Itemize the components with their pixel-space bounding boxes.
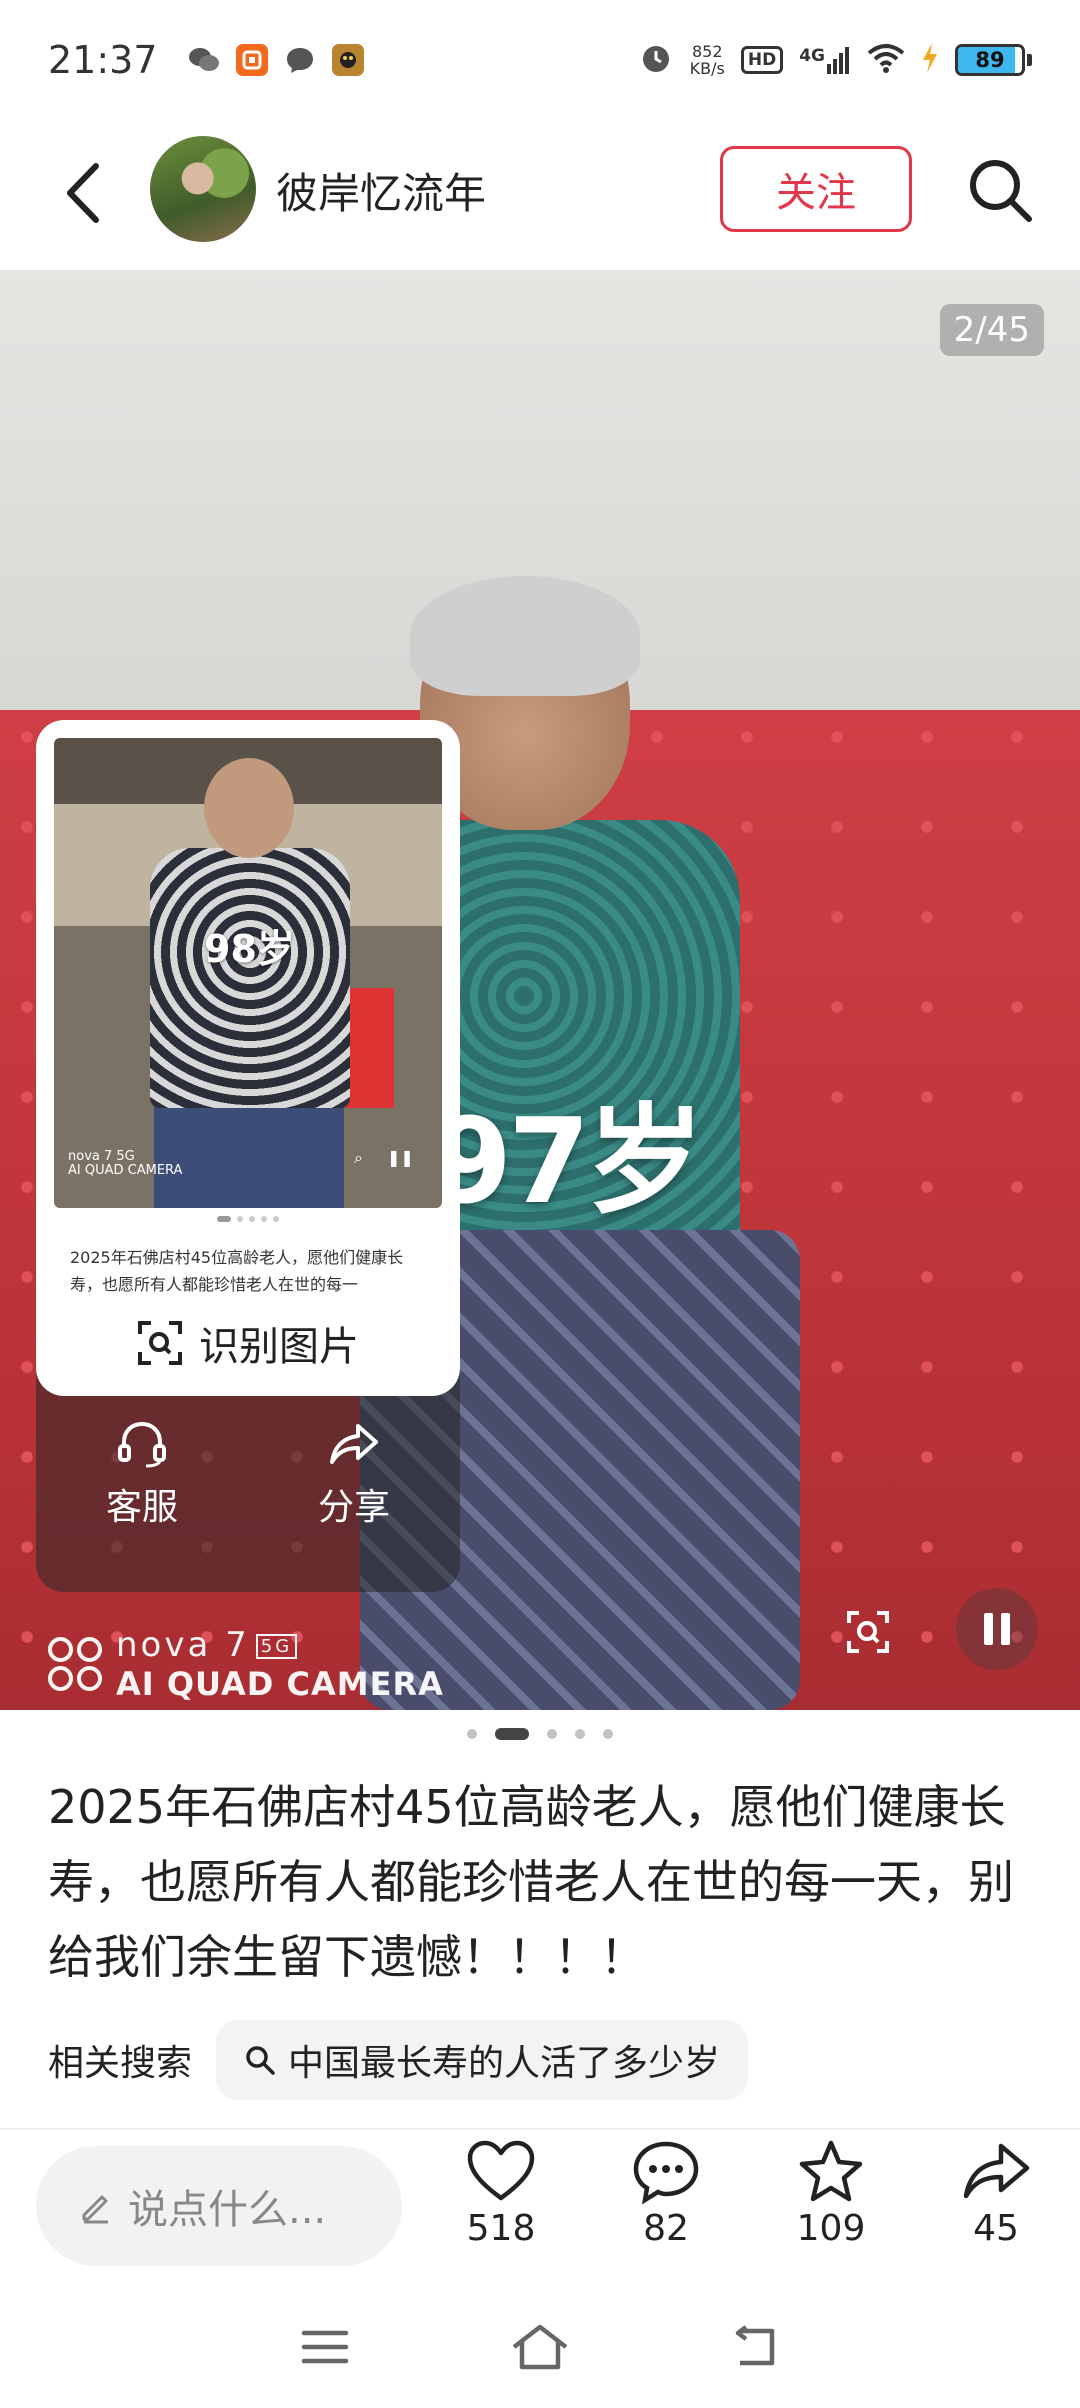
share-count: 45 (973, 2208, 1019, 2249)
camera-lens-icon (48, 1637, 102, 1691)
watermark-5g: 5G (255, 1634, 298, 1659)
popup-actions: 客服 分享 (36, 1420, 460, 1580)
related-search-label: 相关搜索 (48, 2043, 193, 2084)
signal-icon: 4G (799, 46, 851, 74)
customer-service-label: 客服 (105, 1487, 178, 1528)
hd-badge: HD (740, 46, 784, 74)
post-description: 2025年石佛店村45位高龄老人，愿他们健康长寿，也愿所有人都能珍惜老人在世的每… (48, 1780, 1014, 1984)
alarm-icon (638, 40, 674, 80)
like-button[interactable]: 518 (441, 2140, 561, 2249)
thumb-watermark-subtitle: AI QUAD CAMERA (68, 1163, 183, 1178)
preview-text: 2025年石佛店村45位高龄老人，愿他们健康长寿，也愿所有人都能珍惜老人在世的每… (70, 1248, 404, 1294)
menu-nav-button[interactable] (300, 2327, 350, 2371)
post-header: 彼岸忆流年 关注 (0, 120, 1080, 270)
identify-icon (138, 1321, 182, 1365)
related-searches: 相关搜索 中国最长寿的人活了多少岁 (48, 2020, 749, 2100)
home-icon (512, 2324, 568, 2370)
author-avatar[interactable] (150, 136, 256, 242)
camera-watermark: nova 7 5G AI QUAD CAMERA (48, 1625, 444, 1703)
home-nav-button[interactable] (510, 2323, 570, 2375)
identify-label: 识别图片 (199, 1324, 359, 1370)
game-icon (331, 44, 364, 76)
identify-image-button[interactable]: 识别图片 (36, 1300, 460, 1386)
notification-icons (187, 44, 364, 76)
menu-icon (301, 2330, 349, 2364)
back-button[interactable] (52, 158, 112, 228)
back-nav-button[interactable] (730, 2325, 780, 2373)
thumb-pagination (36, 1216, 460, 1222)
favorite-button[interactable]: 109 (771, 2140, 891, 2249)
wechat-icon (187, 44, 220, 76)
thumb-watermark-model: nova 7 5G (68, 1149, 135, 1164)
customer-service-button[interactable]: 客服 (36, 1420, 248, 1580)
photo-age-caption: 97岁 (430, 1092, 704, 1230)
favorite-count: 109 (796, 2208, 866, 2249)
related-search-chip[interactable]: 中国最长寿的人活了多少岁 (216, 2020, 749, 2100)
pencil-icon (82, 2195, 108, 2224)
popup-share-button[interactable]: 分享 (248, 1420, 460, 1580)
back-arrow-icon (67, 163, 99, 223)
star-icon (799, 2140, 863, 2202)
headset-icon (118, 1421, 166, 1468)
comment-bubble-icon (633, 2141, 699, 2204)
heart-icon (467, 2140, 535, 2201)
net-speed-unit: KB/s (689, 59, 725, 78)
return-icon (735, 2325, 775, 2366)
thumb-controls: ⌕ ❚❚ (354, 1148, 414, 1168)
app-icon (235, 44, 268, 76)
system-status: 852 KB/s HD 4G 89 (638, 40, 1032, 80)
comment-count: 82 (643, 2208, 689, 2249)
message-icon (283, 44, 316, 76)
network-type: 4G (799, 46, 825, 66)
net-speed: 852 KB/s (690, 43, 725, 77)
follow-button[interactable]: 关注 (720, 146, 912, 232)
share-button[interactable]: 45 (936, 2140, 1056, 2249)
comment-input[interactable]: 说点什么... (36, 2146, 402, 2266)
status-bar: 21:37 852 KB/s HD 4G 89 (0, 0, 1080, 120)
image-pagination (0, 1728, 1080, 1740)
thumb-pause-icon: ❚❚ (386, 1148, 414, 1167)
watermark-subtitle: AI QUAD CAMERA (116, 1665, 444, 1703)
engagement-bar: 说点什么... 518 82 109 45 (0, 2130, 1080, 2290)
share-arrow-icon (330, 1424, 378, 1464)
slideshow-pause-button[interactable] (956, 1588, 1038, 1670)
image-scan-button[interactable] (836, 1600, 900, 1664)
share-arrow-icon (963, 2143, 1030, 2199)
thumb-age-caption: 98岁 (204, 927, 295, 971)
preview-thumbnail[interactable]: 98岁 nova 7 5G AI QUAD CAMERA ⌕ ❚❚ (54, 738, 442, 1208)
battery-level: 89 (975, 48, 1005, 72)
author-name[interactable]: 彼岸忆流年 (276, 160, 486, 221)
charging-icon (921, 43, 939, 77)
scan-icon (847, 1611, 889, 1653)
search-button[interactable] (960, 150, 1040, 230)
watermark-model: nova 7 (116, 1625, 250, 1665)
status-time: 21:37 (48, 38, 158, 82)
comment-placeholder: 说点什么... (128, 2187, 327, 2233)
popup-share-label: 分享 (317, 1487, 390, 1528)
related-search-query: 中国最长寿的人活了多少岁 (288, 2043, 721, 2084)
image-counter: 2/45 (939, 304, 1044, 356)
image-preview-popup: 98岁 nova 7 5G AI QUAD CAMERA ⌕ ❚❚ 2025年石… (36, 720, 460, 1396)
like-count: 518 (466, 2208, 536, 2249)
thumb-watermark: nova 7 5G AI QUAD CAMERA (68, 1150, 182, 1178)
system-nav-bar (0, 2290, 1080, 2408)
thumb-scan-icon: ⌕ (354, 1148, 363, 1167)
search-icon (246, 2046, 275, 2075)
battery-indicator: 89 (955, 44, 1032, 76)
comment-button[interactable]: 82 (606, 2140, 726, 2249)
search-icon (970, 160, 1032, 222)
wifi-icon (867, 43, 905, 77)
